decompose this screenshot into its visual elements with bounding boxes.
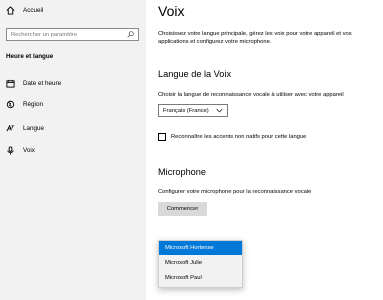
home-label: Accueil	[23, 7, 44, 14]
checkbox-label: Reconnaître les accents non natifs pour …	[171, 134, 307, 140]
sidebar-item-label: Date et heure	[23, 80, 62, 87]
sidebar-item-label: Région	[23, 101, 43, 108]
start-button[interactable]: Commencer	[158, 202, 207, 216]
sidebar-item-voice[interactable]: Voix	[6, 146, 35, 155]
settings-search-input[interactable]: Rechercher un paramètre	[6, 28, 139, 41]
microphone-prompt: Configurer votre microphone pour la reco…	[158, 189, 312, 195]
home-icon	[6, 6, 15, 15]
region-icon	[6, 100, 15, 109]
speech-language-select[interactable]: Français (France)	[158, 104, 228, 117]
dropdown-option-paul[interactable]: Microsoft Paul	[159, 271, 242, 285]
sidebar-item-region[interactable]: Région	[6, 100, 43, 109]
accent-checkbox-row[interactable]: Reconnaître les accents non natifs pour …	[158, 133, 306, 141]
sidebar-item-label: Voix	[23, 147, 35, 154]
microphone-icon	[6, 146, 15, 155]
intro-text: Choisissez votre langue principale, gére…	[158, 31, 352, 45]
selected-language: Français (France)	[163, 107, 209, 114]
search-icon[interactable]	[127, 31, 134, 38]
dropdown-option-julie[interactable]: Microsoft Julie	[159, 256, 242, 270]
sidebar-item-language[interactable]: Langue	[6, 124, 44, 133]
sidebar-item-date-time[interactable]: Date et heure	[6, 79, 61, 88]
voice-language-prompt: Choisir la langue de reconnaissance voca…	[158, 92, 344, 98]
dropdown-option-hortense[interactable]: Microsoft Hortense	[159, 241, 242, 255]
voice-dropdown-list: Microsoft Hortense Microsoft Julie Micro…	[158, 240, 243, 288]
page-title: Voix	[158, 3, 185, 19]
non-native-accents-checkbox[interactable]	[158, 133, 166, 141]
voice-language-heading: Langue de la Voix	[158, 69, 232, 79]
language-icon	[6, 124, 15, 133]
section-title: Heure et langue	[6, 53, 54, 60]
chevron-down-icon	[216, 107, 223, 114]
settings-sidebar: Accueil Rechercher un paramètre Heure et…	[0, 0, 146, 300]
calendar-icon	[6, 79, 15, 88]
search-placeholder: Rechercher un paramètre	[11, 31, 78, 38]
sidebar-item-label: Langue	[23, 125, 45, 132]
microphone-heading: Microphone	[158, 167, 207, 177]
home-nav-item[interactable]: Accueil	[6, 6, 43, 15]
